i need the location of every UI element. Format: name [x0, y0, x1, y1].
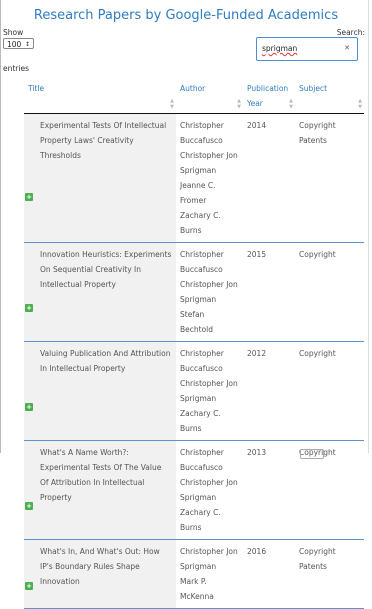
search-input[interactable]: sprigman ✕ — [256, 37, 358, 61]
author-name: Christopher Buccafusco — [180, 250, 224, 274]
cell-subject: Copyright — [295, 341, 364, 441]
author-name: Mark P. McKenna — [180, 577, 214, 601]
entries-label: entries — [3, 64, 29, 73]
subject-tag: Copyright — [299, 349, 336, 358]
author-name: Zachary C. Burns — [180, 508, 221, 532]
page-size-select[interactable]: 100 ↕ — [3, 38, 34, 49]
table-header-row: Title ▲ ▼ Author ▲ ▼ Publication Year ▲ ▼ Subj… — [24, 79, 364, 114]
sort-icon: ▲ ▼ — [358, 98, 362, 110]
select-arrows-icon: ↕ — [24, 41, 30, 48]
author-name: Stefan Bechtold — [180, 310, 214, 334]
header-author[interactable]: Author ▲ ▼ — [176, 79, 243, 114]
cell-title: + Innovation Heuristics: Experiments On S… — [24, 242, 176, 342]
table-row[interactable]: + Valuing Publication And Attribution In … — [24, 341, 364, 441]
subject-tag: Copyright — [299, 121, 336, 130]
sort-icon: ▲ ▼ — [170, 98, 174, 110]
table-row[interactable]: + Experimental Tests Of Intellectual Prop… — [24, 113, 364, 243]
header-title[interactable]: Title ▲ ▼ — [24, 79, 176, 114]
subject-tag: Copyright — [299, 250, 336, 259]
header-subject[interactable]: Subject ▲ ▼ — [295, 79, 364, 114]
page-size-value: 100 — [7, 40, 22, 49]
cell-subject: Copyright Patents — [295, 113, 364, 243]
author-name: Christopher Jon Sprigman — [180, 151, 238, 175]
subject-tag: Copyright — [299, 547, 336, 556]
clear-search-icon[interactable]: ✕ — [344, 38, 350, 59]
author-name: Christopher Jon Sprigman — [180, 547, 238, 571]
author-name: Christopher Jon Sprigman — [180, 478, 238, 502]
papers-table: Title ▲ ▼ Author ▲ ▼ Publication Year ▲ ▼ Subj… — [24, 79, 364, 609]
page-right-border — [368, 0, 369, 453]
author-name: Christopher Jon Sprigman — [180, 280, 238, 304]
author-name: Christopher Buccafusco — [180, 121, 224, 145]
table-row[interactable]: + What's In, And What's Out: How IP's Bou… — [24, 539, 364, 609]
table-row[interactable]: + Innovation Heuristics: Experiments On S… — [24, 242, 364, 342]
cell-author: Christopher Buccafusco Christopher Jon Sp… — [176, 242, 243, 342]
pagination-control[interactable] — [300, 449, 324, 459]
cell-title: + Valuing Publication And Attribution In … — [24, 341, 176, 441]
cell-author: Christopher Buccafusco Christopher Jon Sp… — [176, 113, 243, 243]
author-name: Zachary C. Burns — [180, 409, 221, 433]
expand-row-icon[interactable]: + — [25, 403, 33, 411]
sort-icon: ▲ ▼ — [237, 98, 241, 110]
expand-row-icon[interactable]: + — [25, 193, 33, 201]
cell-year: 2012 — [243, 341, 295, 441]
cell-title: + Experimental Tests Of Intellectual Prop… — [24, 113, 176, 243]
author-name: Jeanne C. Fromer — [180, 181, 216, 205]
subject-tag: Patents — [299, 562, 327, 571]
cell-subject: Copyright — [295, 242, 364, 342]
expand-row-icon[interactable]: + — [25, 582, 33, 590]
expand-row-icon[interactable]: + — [25, 304, 33, 312]
search-label: Search: — [336, 28, 365, 37]
subject-tag: Patents — [299, 136, 327, 145]
cell-author: Christopher Jon Sprigman Mark P. McKenna — [176, 539, 243, 609]
cell-title: + What's A Name Worth?: Experimental Test… — [24, 440, 176, 540]
author-name: Christopher Buccafusco — [180, 448, 224, 472]
author-name: Christopher Jon Sprigman — [180, 379, 238, 403]
cell-subject: Copyright Patents — [295, 539, 364, 609]
show-label: Show — [3, 28, 24, 37]
sort-icon: ▲ ▼ — [289, 98, 293, 110]
cell-year: 2013 — [243, 440, 295, 540]
cell-author: Christopher Buccafusco Christopher Jon Sp… — [176, 440, 243, 540]
page-left-border — [0, 0, 1, 453]
cell-year: 2016 — [243, 539, 295, 609]
cell-year: 2015 — [243, 242, 295, 342]
author-name: Zachary C. Burns — [180, 211, 221, 235]
header-publication-year[interactable]: Publication Year ▲ ▼ — [243, 79, 295, 114]
search-value: sprigman — [262, 44, 298, 53]
page-title: Research Papers by Google-Funded Academi… — [33, 8, 339, 23]
author-name: Christopher Buccafusco — [180, 349, 224, 373]
cell-year: 2014 — [243, 113, 295, 243]
expand-row-icon[interactable]: + — [25, 502, 33, 510]
cell-title: + What's In, And What's Out: How IP's Bou… — [24, 539, 176, 609]
cell-author: Christopher Buccafusco Christopher Jon Sp… — [176, 341, 243, 441]
table-body: + Experimental Tests Of Intellectual Prop… — [24, 113, 364, 609]
